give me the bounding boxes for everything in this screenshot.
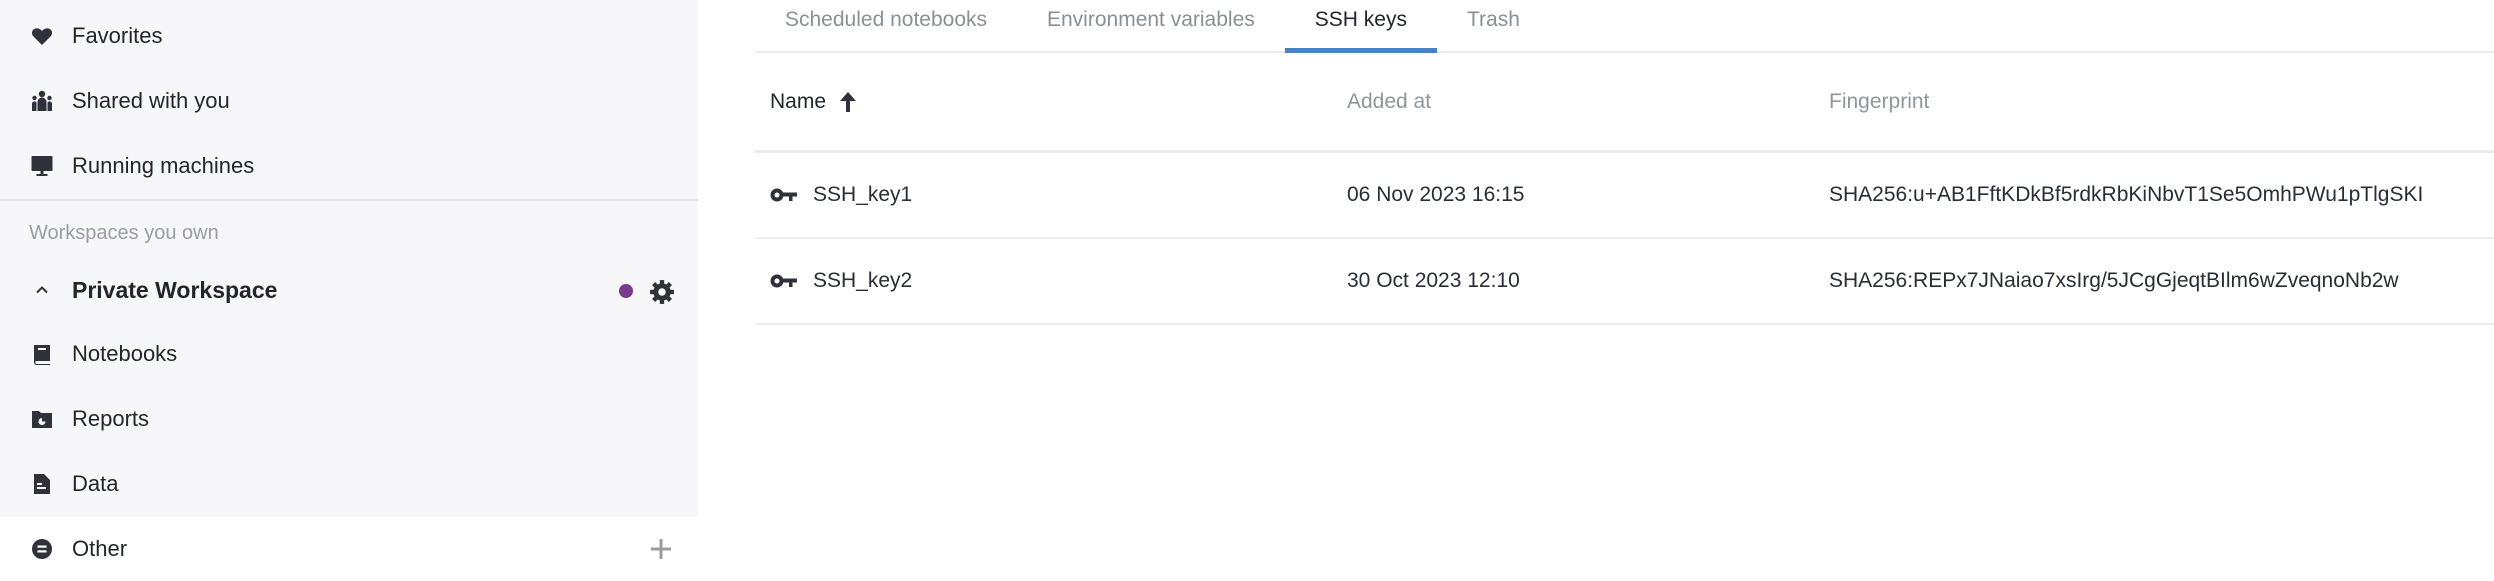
- sidebar-item-notebooks[interactable]: Notebooks: [0, 322, 698, 386]
- sidebar-item-label: Other: [72, 536, 128, 561]
- column-header-fingerprint[interactable]: Fingerprint: [1829, 90, 1929, 114]
- users-icon: [29, 88, 55, 114]
- sidebar-item-reports[interactable]: Reports: [0, 387, 698, 451]
- column-header-name[interactable]: Name: [770, 90, 858, 114]
- section-label-workspaces: Workspaces you own: [29, 222, 219, 244]
- book-icon: [29, 341, 55, 367]
- ssh-key-name: SSH_key2: [813, 269, 913, 292]
- other-circle-icon: [29, 536, 55, 562]
- tab-trash[interactable]: Trash: [1437, 0, 1550, 43]
- chevron-up-icon[interactable]: [29, 277, 55, 303]
- sidebar-item-label: Running machines: [72, 153, 255, 178]
- sidebar-item-data[interactable]: Data: [0, 452, 698, 516]
- sort-ascending-icon: [840, 91, 857, 112]
- key-icon: [770, 274, 797, 288]
- ssh-key-added-at: 30 Oct 2023 12:10: [1347, 269, 1520, 292]
- sidebar-item-label: Shared with you: [72, 88, 230, 113]
- table-row[interactable]: SSH_key2 30 Oct 2023 12:10 SHA256:REPx7J…: [755, 239, 2494, 325]
- sidebar-item-label: Reports: [72, 406, 150, 431]
- column-header-name-label: Name: [770, 89, 827, 113]
- tab-scheduled-notebooks[interactable]: Scheduled notebooks: [755, 0, 1017, 43]
- sidebar-item-label: Data: [72, 471, 119, 496]
- key-icon: [770, 188, 797, 202]
- gear-icon[interactable]: [649, 279, 675, 305]
- workspace-header[interactable]: Private Workspace: [0, 258, 698, 322]
- workspace-status-dot: [619, 284, 633, 298]
- sidebar-item-favorites[interactable]: Favorites: [0, 4, 698, 68]
- tab-environment-variables[interactable]: Environment variables: [1017, 0, 1285, 43]
- tab-bar: Scheduled notebooks Environment variable…: [755, 0, 2494, 53]
- sidebar-divider: [0, 199, 698, 201]
- monitor-icon: [29, 153, 55, 179]
- ssh-key-fingerprint: SHA256:REPx7JNaiao7xsIrg/5JCgGjeqtBIlm6w…: [1829, 269, 2399, 292]
- table-header: Name Added at Fingerprint: [755, 53, 2494, 153]
- workspace-title: Private Workspace: [72, 276, 278, 303]
- ssh-key-name: SSH_key1: [813, 183, 913, 206]
- ssh-key-fingerprint: SHA256:u+AB1FftKDkBf5rdkRbKiNbvT1Se5OmhP…: [1829, 183, 2424, 206]
- heart-icon: [29, 23, 55, 49]
- sidebar-item-shared-with-you[interactable]: Shared with you: [0, 69, 698, 133]
- tab-ssh-keys[interactable]: SSH keys: [1284, 0, 1438, 53]
- main-content: Scheduled notebooks Environment variable…: [698, 0, 2494, 576]
- file-icon: [29, 471, 55, 497]
- plus-icon[interactable]: [649, 537, 673, 561]
- sidebar-item-other[interactable]: Other: [0, 517, 698, 581]
- ssh-key-added-at: 06 Nov 2023 16:15: [1347, 183, 1525, 206]
- table-row[interactable]: SSH_key1 06 Nov 2023 16:15 SHA256:u+AB1F…: [755, 153, 2494, 239]
- report-folder-icon: [29, 406, 55, 432]
- sidebar-item-running-machines[interactable]: Running machines: [0, 134, 698, 198]
- column-header-added-at[interactable]: Added at: [1347, 90, 1431, 114]
- sidebar: Favorites Shared with you Running machin…: [0, 0, 698, 581]
- ssh-keys-table: Name Added at Fingerprint SSH_key1 06 No…: [755, 53, 2494, 325]
- sidebar-item-label: Favorites: [72, 23, 163, 48]
- sidebar-item-label: Notebooks: [72, 341, 178, 366]
